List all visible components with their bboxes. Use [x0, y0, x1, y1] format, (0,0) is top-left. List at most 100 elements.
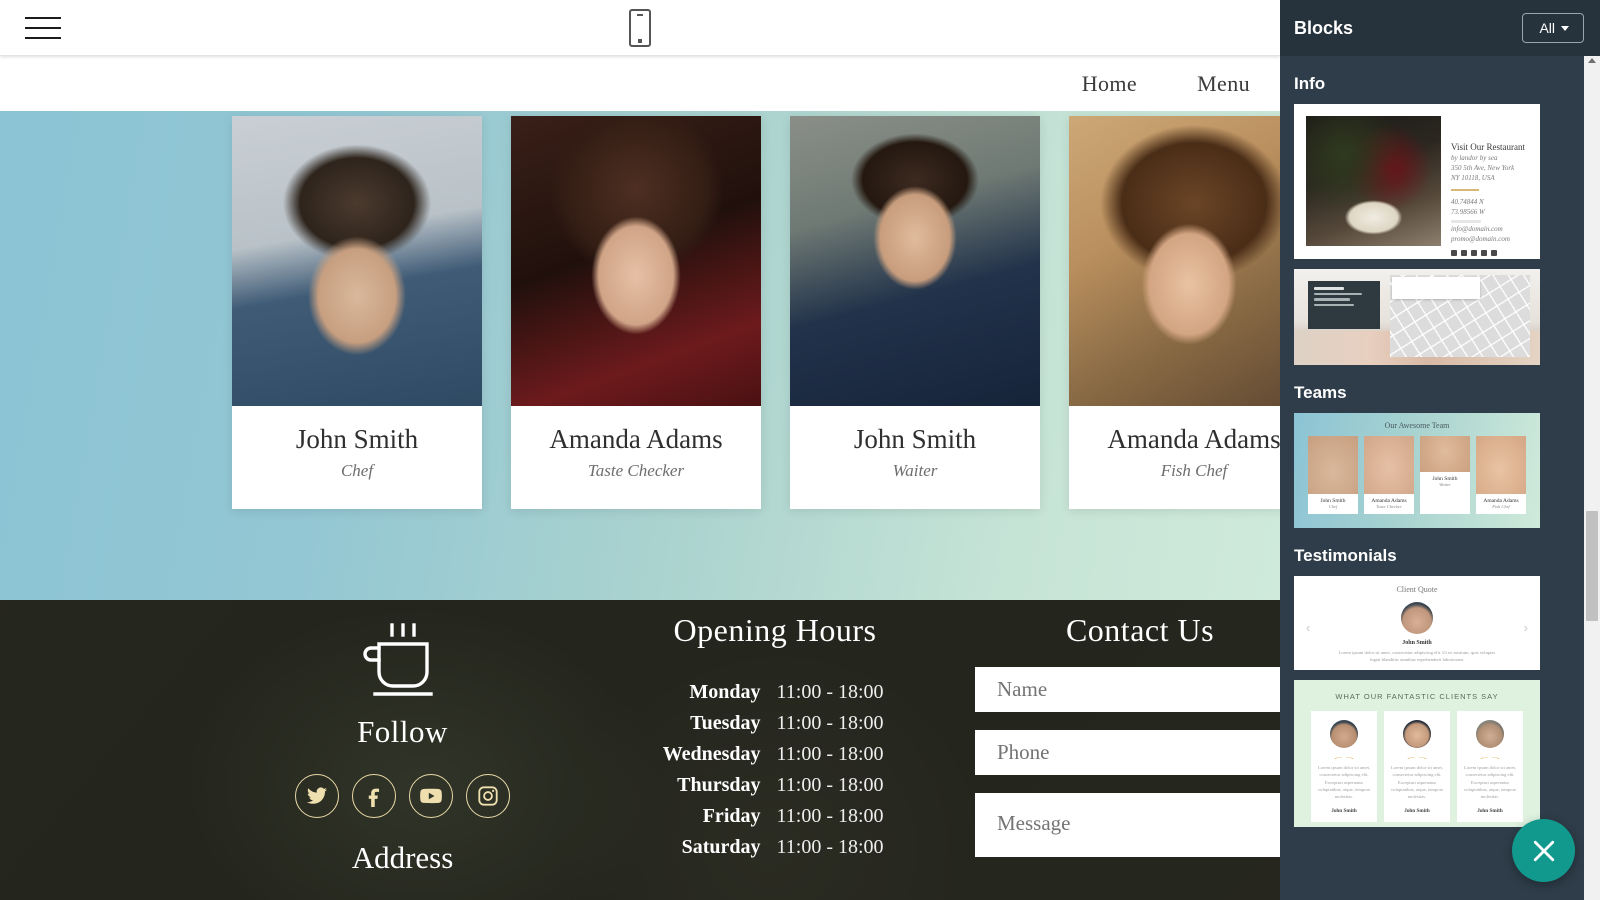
thumb-client-text: Lorem ipsum dolor sit amet, consectetur …	[1390, 765, 1444, 800]
block-thumb-info-restaurant[interactable]: Visit Our Restaurant by landor by sea 35…	[1294, 104, 1540, 259]
contact-name-input[interactable]: Name	[975, 667, 1280, 712]
team-card[interactable]: Amanda Adams Taste Checker	[511, 116, 761, 509]
scroll-up-arrow-icon[interactable]	[1588, 58, 1596, 63]
thumb-client-name: John Smith	[1331, 807, 1357, 814]
block-thumb-text: Visit Our Restaurant by landor by sea 35…	[1451, 116, 1528, 256]
social-links-row	[275, 774, 530, 818]
thumb-heading: Our Awesome Team	[1384, 421, 1450, 430]
nav-link-menu[interactable]: Menu	[1197, 71, 1250, 97]
contact-message-input[interactable]: Message	[975, 793, 1280, 857]
thumb-member-role: Chef	[1328, 504, 1338, 509]
hamburger-menu-icon[interactable]	[25, 13, 61, 43]
thumb-coord1: 40.74844 N	[1451, 197, 1484, 206]
thumb-info-card	[1308, 281, 1380, 329]
thumb-client-text: Lorem ipsum dolor sit amet, consectetur …	[1463, 765, 1517, 800]
hours-row: Thursday 11:00 - 18:00	[600, 774, 950, 797]
team-section: John Smith Chef Amanda Adams Taste Check…	[0, 111, 1280, 600]
opening-hours-list: Monday 11:00 - 18:00 Tuesday 11:00 - 18:…	[600, 681, 950, 859]
team-card[interactable]: Amanda Adams Fish Chef	[1069, 116, 1280, 509]
opening-hours-title: Opening Hours	[673, 612, 877, 648]
team-card-body: John Smith Waiter	[790, 406, 1040, 509]
thumb-member-photo	[1420, 436, 1470, 472]
thumb-email1: info@domain.com	[1451, 224, 1503, 233]
hours-row: Tuesday 11:00 - 18:00	[600, 712, 950, 735]
twitter-icon	[1461, 249, 1467, 256]
thumb-client-name: John Smith	[1477, 807, 1503, 814]
thumb-heading: Visit Our Restaurant	[1451, 142, 1525, 152]
thumb-squiggle-divider	[1404, 754, 1430, 759]
blocks-panel-header: Blocks All	[1280, 0, 1600, 56]
hours-day: Tuesday	[690, 712, 761, 734]
team-member-role: Fish Chef	[1160, 461, 1228, 480]
hours-day: Friday	[702, 805, 761, 827]
mobile-device-icon[interactable]	[627, 8, 653, 53]
team-card[interactable]: John Smith Chef	[232, 116, 482, 509]
thumb-avatar	[1403, 720, 1431, 748]
close-x-icon	[1533, 840, 1554, 861]
block-thumb-fantastic-clients[interactable]: WHAT OUR FANTASTIC CLIENTS SAY Lorem ips…	[1294, 680, 1540, 827]
team-member-name: John Smith	[295, 424, 419, 454]
thumb-member-role: Waiter	[1439, 482, 1451, 487]
chevron-right-icon: ›	[1523, 620, 1528, 635]
thumb-sub-line	[1314, 292, 1362, 295]
follow-title: Follow	[357, 714, 448, 749]
nav-link-home[interactable]: Home	[1082, 71, 1137, 97]
team-card[interactable]: John Smith Waiter	[790, 116, 1040, 509]
hours-day: Wednesday	[662, 743, 761, 765]
team-member-photo	[790, 116, 1040, 406]
instagram-icon	[1481, 249, 1487, 256]
youtube-icon[interactable]	[409, 774, 453, 818]
blocks-scrollbar-thumb[interactable]	[1586, 511, 1598, 621]
thumb-avatar	[1330, 720, 1358, 748]
blocks-scroll-area[interactable]: Info Visit Our Restaurant by landor by s…	[1280, 56, 1600, 900]
hours-row: Saturday 11:00 - 18:00	[600, 836, 950, 859]
blocks-group-title-teams: Teams	[1294, 383, 1347, 402]
blocks-scrollbar-track[interactable]	[1584, 56, 1600, 900]
thumb-address-line2: NY 10118, USA	[1451, 174, 1495, 182]
close-panel-button[interactable]	[1512, 819, 1575, 882]
contact-phone-input[interactable]: Phone	[975, 730, 1280, 775]
footer-hours-column: Opening Hours Monday 11:00 - 18:00 Tuesd…	[600, 612, 950, 867]
blocks-filter-dropdown[interactable]: All	[1522, 13, 1584, 43]
thumb-filler-line	[1451, 219, 1481, 223]
blocks-group-title-testimonials: Testimonials	[1294, 546, 1397, 565]
instagram-icon[interactable]	[466, 774, 510, 818]
thumb-squiggle-divider	[1331, 754, 1357, 759]
thumb-social-icons	[1451, 249, 1528, 256]
behance-icon	[1491, 249, 1497, 256]
thumb-member-role: Fish Chef	[1492, 504, 1510, 509]
thumb-client-card: Lorem ipsum dolor sit amet, consectetur …	[1311, 711, 1377, 822]
thumb-member-name: Amanda Adams	[1483, 498, 1519, 504]
block-thumb-client-quote[interactable]: Client Quote John Smith Lorem ipsum dolo…	[1294, 576, 1540, 670]
block-thumb-map-location[interactable]	[1294, 269, 1540, 365]
team-member-role: Waiter	[892, 461, 938, 480]
thumb-member-name: Amanda Adams	[1371, 498, 1407, 504]
thumb-client-card: Lorem ipsum dolor sit amet, consectetur …	[1384, 711, 1450, 822]
hours-row: Friday 11:00 - 18:00	[600, 805, 950, 828]
team-card-body: John Smith Chef	[232, 406, 482, 509]
coffee-cup-logo-icon	[357, 620, 449, 708]
thumb-coord2: 73.98566 W	[1451, 207, 1485, 216]
linkedin-icon	[1471, 249, 1477, 256]
hours-time: 11:00 - 18:00	[776, 836, 884, 858]
team-card-row: John Smith Chef Amanda Adams Taste Check…	[232, 116, 1280, 509]
thumb-member-role: Taste Checker	[1376, 504, 1402, 509]
contact-us-title: Contact Us	[1065, 612, 1215, 648]
hours-time: 11:00 - 18:00	[776, 774, 884, 796]
facebook-icon[interactable]	[352, 774, 396, 818]
footer-follow-column: Follow Address	[275, 620, 530, 876]
thumb-client-row: Lorem ipsum dolor sit amet, consectetur …	[1304, 711, 1530, 822]
thumb-addr-line	[1314, 303, 1354, 306]
thumb-email2: promo@domain.com	[1451, 234, 1510, 243]
blocks-filter-label: All	[1539, 20, 1555, 36]
thumb-avatar	[1476, 720, 1504, 748]
hours-day: Monday	[689, 681, 761, 703]
twitter-icon[interactable]	[295, 774, 339, 818]
chevron-left-icon: ‹	[1306, 620, 1311, 635]
block-thumb-awesome-team[interactable]: Our Awesome Team John Smith Chef Amanda …	[1294, 413, 1540, 528]
thumb-client-name: John Smith	[1404, 807, 1430, 814]
thumb-heading: WHAT OUR FANTASTIC CLIENTS SAY	[1335, 692, 1499, 701]
thumb-member-photo	[1476, 436, 1526, 494]
blocks-group-title-info: Info	[1294, 74, 1326, 93]
address-title: Address	[351, 840, 454, 875]
